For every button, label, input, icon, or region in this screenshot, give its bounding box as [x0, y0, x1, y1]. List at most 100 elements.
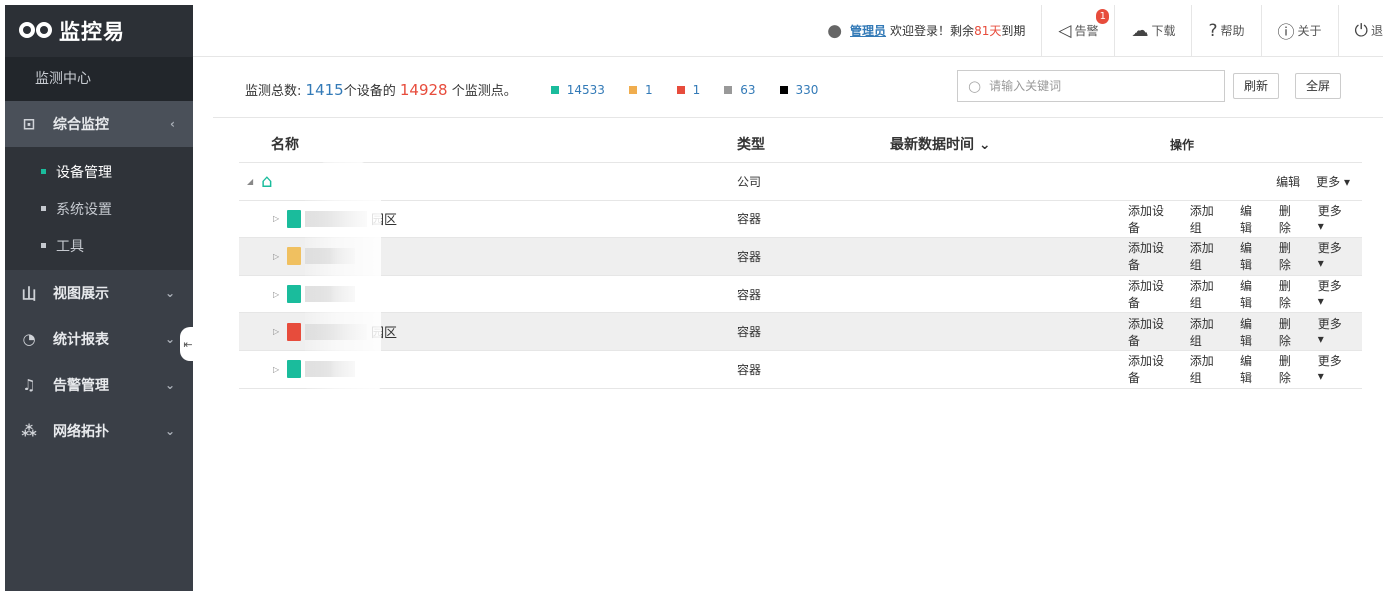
more-dropdown[interactable]: 更多 ▾ — [1318, 352, 1350, 386]
app-title: 监控易 — [59, 20, 125, 44]
add-group-link[interactable]: 添加组 — [1190, 315, 1224, 349]
add-group-link[interactable]: 添加组 — [1190, 239, 1224, 273]
add-device-link[interactable]: 添加设备 — [1128, 277, 1174, 311]
search-box: ○ — [957, 70, 1225, 102]
table-row-root[interactable]: ◢ ⌂ 公司 编辑 更多 ▾ — [239, 163, 1362, 201]
about-button[interactable]: ⓘ 关于 — [1262, 4, 1339, 57]
edit-link[interactable]: 编辑 — [1240, 277, 1263, 311]
search-input[interactable] — [989, 79, 1210, 93]
welcome-suffix: 到期 — [1001, 24, 1026, 38]
home-icon: ⌂ — [261, 170, 273, 192]
pie-chart-icon: ◔ — [22, 330, 36, 348]
more-dropdown[interactable]: 更多 ▾ — [1318, 202, 1350, 236]
more-dropdown[interactable]: 更多 ▾ — [1318, 239, 1350, 273]
sidebar: 监控易 监测中心 ⊡ 综合监控 ‹ 设备管理 系统设置 工具 山 视图展示 ⌄ … — [5, 5, 193, 591]
menu-integrated-monitoring[interactable]: ⊡ 综合监控 ‹ — [5, 101, 193, 147]
add-device-link[interactable]: 添加设备 — [1128, 352, 1174, 386]
delete-link[interactable]: 删除 — [1279, 239, 1302, 273]
bullet-icon — [41, 169, 46, 174]
edit-link[interactable]: 编辑 — [1276, 173, 1300, 190]
submenu-device-management[interactable]: 设备管理 — [5, 153, 193, 190]
about-label: 关于 — [1297, 24, 1322, 38]
collapsed-triangle-icon[interactable]: ▷ — [273, 290, 287, 299]
submenu-tools[interactable]: 工具 — [5, 227, 193, 264]
table-row[interactable]: ▷ 容器 添加设备 添加组 编辑 删除 更多 ▾ — [239, 238, 1362, 276]
add-group-link[interactable]: 添加组 — [1190, 202, 1224, 236]
section-monitor-center[interactable]: 监测中心 — [5, 57, 193, 101]
expanded-triangle-icon[interactable]: ◢ — [247, 177, 261, 186]
edit-link[interactable]: 编辑 — [1240, 352, 1263, 386]
row-name: ◢ ⌂ — [239, 171, 737, 192]
help-button[interactable]: ? 帮助 — [1192, 4, 1262, 57]
header-type[interactable]: 类型 — [737, 134, 890, 154]
status-unknown-count[interactable]: 63 — [740, 83, 755, 97]
app-logo[interactable]: 监控易 — [5, 5, 193, 57]
row-type: 容器 — [737, 287, 762, 302]
table-row[interactable]: ▷ 容器 添加设备 添加组 编辑 删除 更多 ▾ — [239, 276, 1362, 314]
menu-alarm-management[interactable]: ♫ 告警管理 ⌄ — [5, 362, 193, 408]
status-warning-count[interactable]: 1 — [645, 83, 653, 97]
delete-link[interactable]: 删除 — [1279, 277, 1302, 311]
download-label: 下载 — [1151, 24, 1176, 38]
delete-link[interactable]: 删除 — [1279, 315, 1302, 349]
chevron-down-icon: ⌄ — [164, 286, 175, 300]
header-name[interactable]: 名称 — [239, 134, 737, 154]
logout-label: 退 — [1370, 24, 1383, 38]
add-device-link[interactable]: 添加设备 — [1128, 315, 1174, 349]
delete-link[interactable]: 删除 — [1279, 352, 1302, 386]
status-warning-swatch — [628, 85, 637, 94]
table-row[interactable]: ▷ 容器 添加设备 添加组 编辑 删除 更多 ▾ — [239, 351, 1362, 389]
collapsed-triangle-icon[interactable]: ▷ — [273, 365, 287, 374]
table-row[interactable]: ▷ 园区 容器 添加设备 添加组 编辑 删除 更多 ▾ — [239, 313, 1362, 351]
collapsed-triangle-icon[interactable]: ▷ — [273, 214, 287, 223]
download-button[interactable]: ☁ 下载 — [1115, 4, 1193, 57]
logout-button[interactable]: ⏻ 退 — [1339, 5, 1383, 57]
table-row[interactable]: ▷ 园区 容器 添加设备 添加组 编辑 删除 更多 ▾ — [239, 201, 1362, 239]
info-icon: ⓘ — [1277, 23, 1295, 43]
cloud-download-icon: ☁ — [1131, 20, 1149, 41]
redacted-name — [305, 286, 355, 303]
collapsed-triangle-icon[interactable]: ▷ — [273, 327, 287, 336]
user-name-link[interactable]: 管理员 — [850, 22, 886, 39]
row-type: 容器 — [737, 249, 762, 264]
submenu-system-settings[interactable]: 系统设置 — [5, 190, 193, 227]
building-icon — [287, 285, 301, 304]
more-dropdown[interactable]: 更多 ▾ — [1316, 173, 1350, 190]
welcome-text: 欢迎登录！剩余 — [890, 24, 975, 38]
menu-statistics-reports[interactable]: ◔ 统计报表 ⌄ — [5, 316, 193, 362]
menu-label: 告警管理 — [53, 378, 109, 394]
status-offline-count[interactable]: 330 — [796, 83, 819, 97]
edit-link[interactable]: 编辑 — [1240, 315, 1263, 349]
more-dropdown[interactable]: 更多 ▾ — [1318, 315, 1350, 349]
alarm-button[interactable]: ◁ 告警 1 — [1042, 4, 1116, 57]
add-group-link[interactable]: 添加组 — [1190, 277, 1224, 311]
help-label: 帮助 — [1220, 24, 1245, 38]
status-normal-swatch — [550, 85, 559, 94]
fullscreen-button[interactable]: 全屏 — [1295, 73, 1342, 99]
device-count: 1415 — [305, 80, 344, 99]
header-latest-time[interactable]: 最新数据时间 ⌄ — [890, 134, 1112, 154]
submenu: 设备管理 系统设置 工具 — [5, 147, 193, 270]
summary-prefix: 监测总数: — [245, 84, 302, 99]
status-normal-count[interactable]: 14533 — [567, 83, 605, 97]
collapsed-triangle-icon[interactable]: ▷ — [273, 252, 287, 261]
collapse-icon: ⇤ — [183, 337, 193, 351]
menu-network-topology[interactable]: ⁂ 网络拓扑 ⌄ — [5, 408, 193, 454]
point-count: 14928 — [399, 80, 448, 99]
menu-view-display[interactable]: 山 视图展示 ⌄ — [5, 270, 193, 316]
more-dropdown[interactable]: 更多 ▾ — [1318, 277, 1350, 311]
row-name: ▷ — [239, 285, 737, 304]
submenu-label: 系统设置 — [56, 201, 112, 218]
row-name: ▷ — [239, 247, 737, 266]
row-ops: 编辑 更多 ▾ — [1112, 173, 1362, 190]
add-device-link[interactable]: 添加设备 — [1128, 202, 1174, 236]
edit-link[interactable]: 编辑 — [1240, 239, 1263, 273]
add-group-link[interactable]: 添加组 — [1190, 352, 1224, 386]
refresh-button[interactable]: 刷新 — [1233, 73, 1280, 99]
delete-link[interactable]: 删除 — [1279, 202, 1302, 236]
add-device-link[interactable]: 添加设备 — [1128, 239, 1174, 273]
edit-link[interactable]: 编辑 — [1240, 202, 1263, 236]
sidebar-collapse-toggle[interactable]: ⇤ — [180, 327, 196, 361]
top-bar: ● 管理员 欢迎登录！剩余 81天 到期 ◁ 告警 1 ☁ 下载 ? 帮助 ⓘ 关于… — [193, 4, 1383, 57]
status-error-count[interactable]: 1 — [693, 83, 701, 97]
